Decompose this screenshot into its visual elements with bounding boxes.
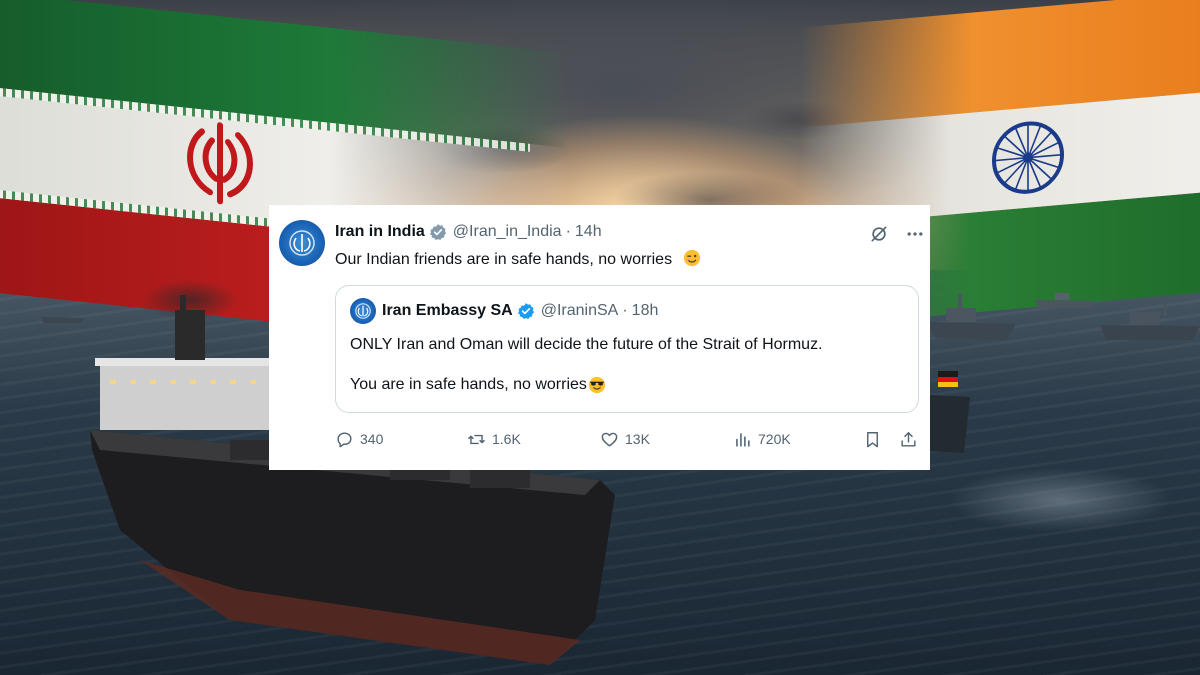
quoted-header: Iran Embassy SA @IraninSA · 18h <box>350 298 904 324</box>
quoted-text-line: ONLY Iran and Oman will decide the futur… <box>350 336 823 353</box>
quoted-avatar[interactable] <box>350 298 376 324</box>
emblem-icon <box>289 230 315 256</box>
views-button[interactable]: 720K <box>733 430 791 449</box>
bookmark-button[interactable] <box>863 430 882 449</box>
sunglasses-emoji <box>588 376 605 394</box>
separator: · <box>565 223 571 240</box>
tweet-top-actions <box>868 223 926 245</box>
tweet-action-bar: 340 1.6K 13K 720K <box>335 427 925 451</box>
wink-emoji <box>683 249 700 267</box>
quoted-text: You are in safe hands, no worries <box>350 376 587 393</box>
author-name[interactable]: Iran in India <box>335 223 425 241</box>
author-handle[interactable]: @Iran_in_India <box>453 223 562 241</box>
verified-badge-icon <box>429 224 446 241</box>
share-button[interactable] <box>899 430 918 449</box>
bookmark-icon <box>867 431 878 447</box>
repost-button[interactable]: 1.6K <box>467 430 521 449</box>
author-avatar[interactable] <box>279 220 325 266</box>
iran-emblem-icon <box>187 122 253 205</box>
reply-icon <box>337 431 352 447</box>
wake-foam <box>920 440 1200 560</box>
like-icon <box>601 432 618 447</box>
ship-with-flag <box>928 371 970 453</box>
share-icon <box>901 431 916 447</box>
quoted-tweet[interactable]: Iran Embassy SA @IraninSA · 18h ONLY Ira… <box>335 285 919 413</box>
repost-count: 1.6K <box>492 431 521 447</box>
warship <box>1100 302 1200 340</box>
tweet-card[interactable]: Iran in India @Iran_in_India · 14h Our I… <box>269 205 930 470</box>
reply-count: 340 <box>360 431 384 447</box>
separator: · <box>622 302 628 319</box>
like-count: 13K <box>625 431 650 447</box>
quoted-author-name[interactable]: Iran Embassy SA <box>382 302 513 320</box>
tweet-header: Iran in India @Iran_in_India · 14h <box>335 223 602 241</box>
warship <box>928 294 1016 340</box>
like-button[interactable]: 13K <box>600 430 650 449</box>
reply-button[interactable]: 340 <box>335 430 383 449</box>
tweet-time[interactable]: 14h <box>575 223 602 241</box>
more-icon[interactable] <box>904 223 926 245</box>
ashoka-chakra-icon <box>992 121 1064 194</box>
views-count: 720K <box>758 431 791 447</box>
small-boat <box>40 317 84 323</box>
repost-icon <box>468 434 485 444</box>
tweet-body: Our Indian friends are in safe hands, no… <box>335 251 673 268</box>
views-icon <box>736 432 750 447</box>
quoted-author-handle[interactable]: @IraninSA <box>541 302 619 320</box>
tweet-text: Our Indian friends are in safe hands, no… <box>335 249 701 269</box>
verified-badge-icon <box>517 303 534 320</box>
emblem-icon <box>355 303 371 319</box>
quoted-text-line: You are in safe hands, no worries <box>350 376 904 394</box>
quoted-time[interactable]: 18h <box>632 302 659 320</box>
warship <box>1035 293 1095 308</box>
grok-icon[interactable] <box>868 223 890 245</box>
